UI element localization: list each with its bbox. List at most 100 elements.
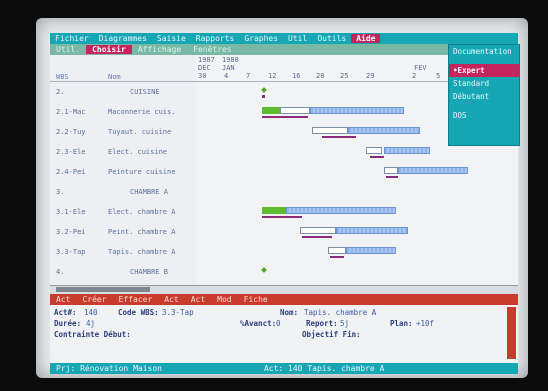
gantt-row xyxy=(196,182,518,202)
form-menu-fiche[interactable]: Fiche xyxy=(238,295,274,304)
gantt-bar-slack[interactable] xyxy=(398,167,468,174)
table-row[interactable]: 2.2-Tuy Tuyaut. cuisine xyxy=(50,122,196,142)
table-row[interactable]: 3.1-Ele Elect. chambre A xyxy=(50,202,196,222)
gantt-bar-planned[interactable] xyxy=(384,167,398,174)
menu-item-debutant[interactable]: Débutant xyxy=(449,90,519,103)
day-label: 20 xyxy=(316,72,325,80)
avancement-field[interactable]: 0 xyxy=(276,319,281,328)
form-menu-act3[interactable]: Act xyxy=(185,295,211,304)
gantt-bar-slack[interactable] xyxy=(286,207,396,214)
table-header: WBS Nom xyxy=(50,55,196,82)
table-row[interactable]: 4. CHAMBRE B xyxy=(50,262,196,282)
table-row[interactable]: 2.4-Pei Peinture cuisine xyxy=(50,162,196,182)
plan-field[interactable]: +10f xyxy=(416,319,434,328)
menu-graphes[interactable]: Graphes xyxy=(239,34,283,43)
row-nom: Peint. chambre A xyxy=(108,228,176,236)
row-wbs: 3.2-Pei xyxy=(56,228,86,236)
gantt-row xyxy=(196,202,518,222)
year-label: 1988 xyxy=(222,56,239,64)
form-menu-act2[interactable]: Act xyxy=(158,295,184,304)
gantt-row xyxy=(196,222,518,242)
plan-label: Plan: xyxy=(390,319,413,328)
table-row[interactable]: 2.1-Mac Maconnerie cuis. xyxy=(50,102,196,122)
gantt-bar-slack[interactable] xyxy=(384,147,430,154)
day-label: 25 xyxy=(340,72,349,80)
act-field[interactable]: 140 xyxy=(84,308,98,317)
gantt-bar-done[interactable] xyxy=(262,107,280,114)
month-label: FEV xyxy=(414,64,427,72)
menu-item-expert[interactable]: •Expert xyxy=(449,64,519,77)
duree-field[interactable]: 4j xyxy=(86,319,95,328)
gantt-bar-slack[interactable] xyxy=(348,127,420,134)
row-wbs: 2.1-Mac xyxy=(56,108,86,116)
menu-fichier[interactable]: Fichier xyxy=(50,34,94,43)
menu-item-standard[interactable]: Standard xyxy=(449,77,519,90)
monitor-screen: Fichier Diagrammes Saisie Rapports Graph… xyxy=(36,18,528,378)
tool-fenetres[interactable]: Fenêtres xyxy=(187,45,238,54)
nom-field[interactable]: Tapis. chambre A xyxy=(304,308,376,317)
menu-saisie[interactable]: Saisie xyxy=(152,34,191,43)
row-wbs: 2.2-Tuy xyxy=(56,128,86,136)
row-nom: Peinture cuisine xyxy=(108,168,176,176)
menu-aide[interactable]: Aide xyxy=(351,34,381,43)
menu-item-dos[interactable]: DOS xyxy=(449,109,519,122)
gantt-bar-planned[interactable] xyxy=(328,247,346,254)
row-wbs: 4. xyxy=(56,268,65,276)
gantt-bar-slack[interactable] xyxy=(310,107,404,114)
table-row[interactable]: 3. CHAMBRE A xyxy=(50,182,196,202)
scroll-thumb[interactable] xyxy=(56,287,150,292)
status-activity: Act: 140 Tapis. chambre A xyxy=(263,364,385,373)
form-menu-bar: Act Créer Effacer Act Act Mod Fiche xyxy=(50,294,518,305)
gantt-bar-planned[interactable] xyxy=(312,127,348,134)
duree-label: Durée: xyxy=(54,319,82,328)
tool-affichage[interactable]: Affichage xyxy=(132,45,187,54)
report-field[interactable]: 5j xyxy=(340,319,349,328)
table-row[interactable]: 2. CUISINE xyxy=(50,82,196,102)
form-menu-creer[interactable]: Créer xyxy=(76,295,112,304)
tool-choisir[interactable]: Choisir xyxy=(86,45,132,54)
milestone-marker xyxy=(261,87,267,93)
table-row[interactable]: 2.3-Ele Elect. cuisine xyxy=(50,142,196,162)
form-menu-effacer[interactable]: Effacer xyxy=(113,295,159,304)
menu-outils[interactable]: Outils xyxy=(312,34,351,43)
menu-item-documentation[interactable]: Documentation xyxy=(449,45,519,58)
header-wbs: WBS xyxy=(56,73,69,81)
day-label: 7 xyxy=(246,72,251,80)
row-nom: Maconnerie cuis. xyxy=(108,108,176,116)
nom-label: Nom: xyxy=(280,308,299,317)
gantt-bar-done[interactable] xyxy=(262,207,286,214)
form-menu-act[interactable]: Act xyxy=(50,295,76,304)
row-wbs: 3. xyxy=(56,188,65,196)
gantt-bar-slack[interactable] xyxy=(346,247,396,254)
tool-util[interactable]: Util. xyxy=(50,45,86,54)
row-wbs: 3.1-Ele xyxy=(56,208,86,216)
baseline-bar xyxy=(262,216,302,218)
menu-diagrammes[interactable]: Diagrammes xyxy=(94,34,152,43)
menu-item-label: Expert xyxy=(457,66,485,75)
gantt-bar-slack[interactable] xyxy=(336,227,408,234)
contrainte-debut-label: Contrainte Début: xyxy=(54,330,131,339)
table-row[interactable]: 3.2-Pei Peint. chambre A xyxy=(50,222,196,242)
gantt-bar-planned[interactable] xyxy=(300,227,336,234)
menu-rapports[interactable]: Rapports xyxy=(191,34,240,43)
day-label: 2 xyxy=(412,72,417,80)
form-scrollbar[interactable] xyxy=(507,307,516,359)
act-label: Act#: xyxy=(54,308,77,317)
gantt-row xyxy=(196,162,518,182)
day-label: 12 xyxy=(268,72,277,80)
row-wbs: 2.3-Ele xyxy=(56,148,86,156)
menu-util[interactable]: Util xyxy=(283,34,312,43)
row-wbs: 2.4-Pei xyxy=(56,168,86,176)
form-menu-mod[interactable]: Mod xyxy=(211,295,237,304)
status-bar: Prj: Rénovation Maison Act: 140 Tapis. c… xyxy=(50,363,518,374)
row-wbs: 2. xyxy=(56,88,65,96)
month-label: DEC xyxy=(198,64,211,72)
horizontal-scrollbar[interactable] xyxy=(50,285,518,294)
gantt-row xyxy=(196,262,518,282)
gantt-bar-planned[interactable] xyxy=(366,147,382,154)
day-label: 16 xyxy=(292,72,301,80)
table-row[interactable]: 3.3-Tap Tapis. chambre A xyxy=(50,242,196,262)
day-label: 4 xyxy=(224,72,229,80)
code-wbs-field[interactable]: 3.3-Tap xyxy=(162,308,194,317)
gantt-bar-planned[interactable] xyxy=(280,107,310,114)
